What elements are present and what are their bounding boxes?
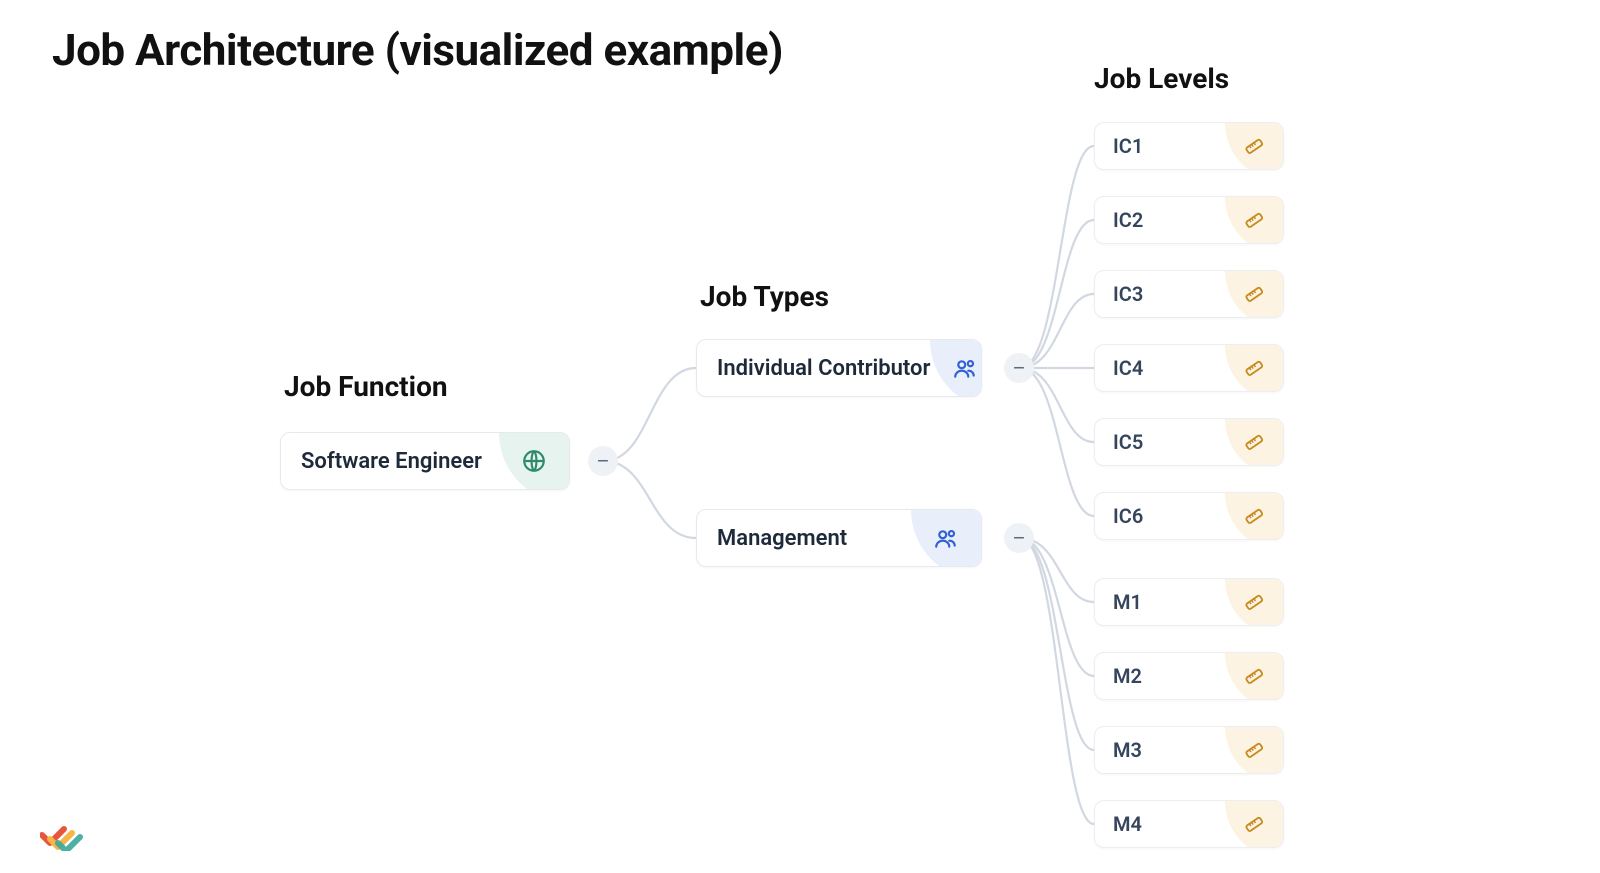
people-icon bbox=[930, 340, 982, 396]
ruler-icon bbox=[1225, 653, 1283, 699]
level-node-label: M1 bbox=[1113, 590, 1142, 614]
ruler-icon bbox=[1225, 727, 1283, 773]
level-node[interactable]: M3 bbox=[1094, 726, 1284, 774]
ruler-icon bbox=[1225, 123, 1283, 169]
level-node[interactable]: M4 bbox=[1094, 800, 1284, 848]
ruler-icon bbox=[1225, 579, 1283, 625]
level-node[interactable]: M1 bbox=[1094, 578, 1284, 626]
collapse-toggle-mgr[interactable]: – bbox=[1004, 523, 1034, 553]
level-node[interactable]: IC2 bbox=[1094, 196, 1284, 244]
type-node-label-mgr: Management bbox=[717, 526, 847, 551]
ruler-icon bbox=[1225, 419, 1283, 465]
type-node-individual-contributor[interactable]: Individual Contributor bbox=[696, 339, 982, 397]
level-node[interactable]: IC1 bbox=[1094, 122, 1284, 170]
ruler-icon bbox=[1225, 345, 1283, 391]
level-node-label: IC5 bbox=[1113, 430, 1143, 454]
people-icon bbox=[911, 510, 981, 566]
levels-list-mgr: M1 M2 M3 M4 bbox=[1094, 578, 1284, 848]
brand-logo-icon bbox=[40, 811, 88, 851]
level-node-label: IC2 bbox=[1113, 208, 1143, 232]
ruler-icon bbox=[1225, 801, 1283, 847]
level-node[interactable]: IC4 bbox=[1094, 344, 1284, 392]
level-node-label: IC1 bbox=[1113, 134, 1143, 158]
page-title: Job Architecture (visualized example) bbox=[52, 24, 783, 76]
level-node-label: M3 bbox=[1113, 738, 1142, 762]
level-node-label: IC4 bbox=[1113, 356, 1143, 380]
column-header-levels: Job Levels bbox=[1094, 62, 1229, 95]
column-header-function: Job Function bbox=[284, 370, 448, 403]
level-node-label: M2 bbox=[1113, 664, 1142, 688]
level-node[interactable]: IC3 bbox=[1094, 270, 1284, 318]
collapse-toggle-function[interactable]: – bbox=[588, 446, 618, 476]
level-node-label: M4 bbox=[1113, 812, 1142, 836]
levels-list-ic: IC1 IC2 IC3 IC4 IC5 IC6 bbox=[1094, 122, 1284, 540]
function-node-software-engineer[interactable]: Software Engineer bbox=[280, 432, 570, 490]
ruler-icon bbox=[1225, 271, 1283, 317]
function-node-label: Software Engineer bbox=[301, 449, 482, 474]
level-node[interactable]: IC6 bbox=[1094, 492, 1284, 540]
level-node-label: IC3 bbox=[1113, 282, 1143, 306]
ruler-icon bbox=[1225, 493, 1283, 539]
ruler-icon bbox=[1225, 197, 1283, 243]
collapse-toggle-ic[interactable]: – bbox=[1004, 353, 1034, 383]
column-header-types: Job Types bbox=[700, 280, 829, 313]
connector-lines bbox=[0, 0, 1600, 873]
level-node-label: IC6 bbox=[1113, 504, 1143, 528]
level-node[interactable]: M2 bbox=[1094, 652, 1284, 700]
type-node-label-ic: Individual Contributor bbox=[717, 356, 930, 381]
globe-icon bbox=[499, 433, 569, 489]
level-node[interactable]: IC5 bbox=[1094, 418, 1284, 466]
type-node-management[interactable]: Management bbox=[696, 509, 982, 567]
